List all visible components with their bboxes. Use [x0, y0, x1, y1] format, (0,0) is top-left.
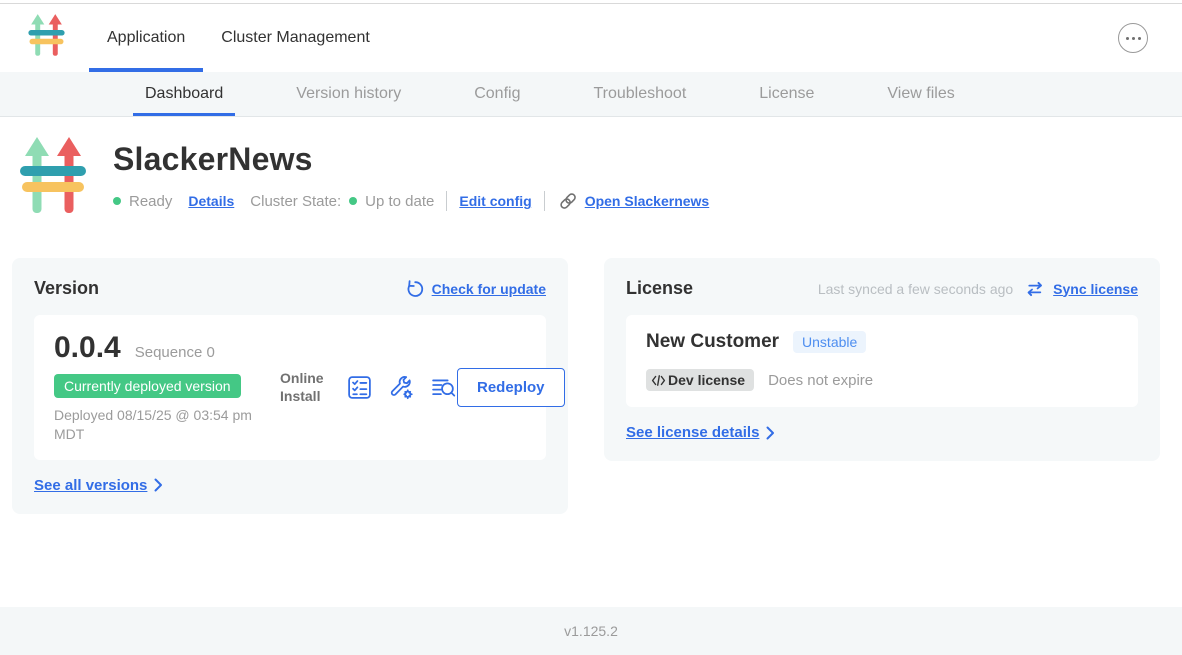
config-wrench-gear-icon[interactable]: [388, 374, 415, 401]
subnav-troubleshoot[interactable]: Troubleshoot: [593, 72, 686, 116]
version-number: 0.0.4: [54, 331, 121, 365]
subnav-license[interactable]: License: [759, 72, 814, 116]
open-app-link[interactable]: Open Slackernews: [557, 190, 710, 212]
cluster-state-value: Up to date: [365, 193, 434, 210]
last-synced-text: Last synced a few seconds ago: [818, 281, 1013, 297]
version-card: Version Check for update 0.0.4 Sequ: [12, 258, 568, 514]
deployed-badge: Currently deployed version: [54, 374, 241, 398]
license-card: License Last synced a few seconds ago Sy…: [604, 258, 1160, 461]
more-options-button[interactable]: [1118, 23, 1148, 53]
check-for-update-link[interactable]: Check for update: [432, 281, 546, 297]
subnav-config[interactable]: Config: [474, 72, 520, 116]
chevron-right-icon: [766, 426, 775, 440]
license-panel: New Customer Unstable Dev license: [626, 315, 1138, 407]
license-type-badge: Dev license: [646, 369, 754, 391]
tab-cluster-management[interactable]: Cluster Management: [203, 4, 388, 72]
see-all-versions-link[interactable]: See all versions: [34, 477, 147, 494]
details-link[interactable]: Details: [188, 193, 234, 209]
sync-arrows-icon: [1025, 279, 1045, 299]
license-expiry: Does not expire: [768, 372, 873, 389]
subnav-view-files[interactable]: View files: [887, 72, 954, 116]
app-status-dot: [113, 197, 121, 205]
cluster-state-dot: [349, 197, 357, 205]
install-type-label: Online Install: [280, 369, 330, 405]
admin-console-page: Application Cluster Management Dashboard…: [0, 0, 1182, 655]
subnav-dashboard[interactable]: Dashboard: [145, 72, 223, 116]
subnav-version-history[interactable]: Version history: [296, 72, 401, 116]
tab-application[interactable]: Application: [89, 4, 203, 72]
license-card-title: License: [626, 278, 693, 299]
current-version-panel: 0.0.4 Sequence 0 Currently deployed vers…: [34, 315, 546, 460]
sync-license-link[interactable]: Sync license: [1053, 281, 1138, 297]
see-license-details-link[interactable]: See license details: [626, 424, 759, 441]
page-title: SlackerNews: [113, 141, 709, 178]
dashboard-cards: Version Check for update 0.0.4 Sequ: [0, 222, 1182, 514]
version-sequence: Sequence 0: [135, 344, 215, 361]
app-header: SlackerNews Ready Details Cluster State:…: [0, 117, 1182, 222]
edit-config-link[interactable]: Edit config: [459, 193, 531, 209]
console-version: v1.125.2: [564, 623, 618, 639]
code-icon: [651, 374, 666, 387]
customer-name: New Customer: [646, 331, 779, 353]
cluster-state-label: Cluster State:: [250, 193, 341, 210]
console-footer: v1.125.2: [0, 607, 1182, 655]
main-nav: Application Cluster Management: [0, 4, 1182, 72]
divider: [544, 191, 545, 211]
app-subnav: Dashboard Version history Config Trouble…: [0, 72, 1182, 117]
app-logo-icon: [20, 135, 86, 222]
channel-badge: Unstable: [793, 331, 866, 353]
chain-link-icon: [557, 190, 579, 212]
redeploy-button[interactable]: Redeploy: [457, 368, 565, 407]
app-status-row: Ready Details Cluster State: Up to date …: [113, 190, 709, 212]
slackernews-logo-icon: [28, 13, 65, 63]
ellipsis-icon: [1126, 37, 1129, 40]
preflight-checklist-icon[interactable]: [346, 374, 373, 401]
refresh-icon: [404, 279, 424, 299]
deployed-timestamp: Deployed 08/15/25 @ 03:54 pm MDT: [54, 406, 269, 444]
view-logs-search-icon[interactable]: [430, 374, 457, 401]
chevron-right-icon: [154, 478, 163, 492]
version-card-title: Version: [34, 278, 99, 299]
app-status-text: Ready: [129, 193, 172, 210]
divider: [446, 191, 447, 211]
